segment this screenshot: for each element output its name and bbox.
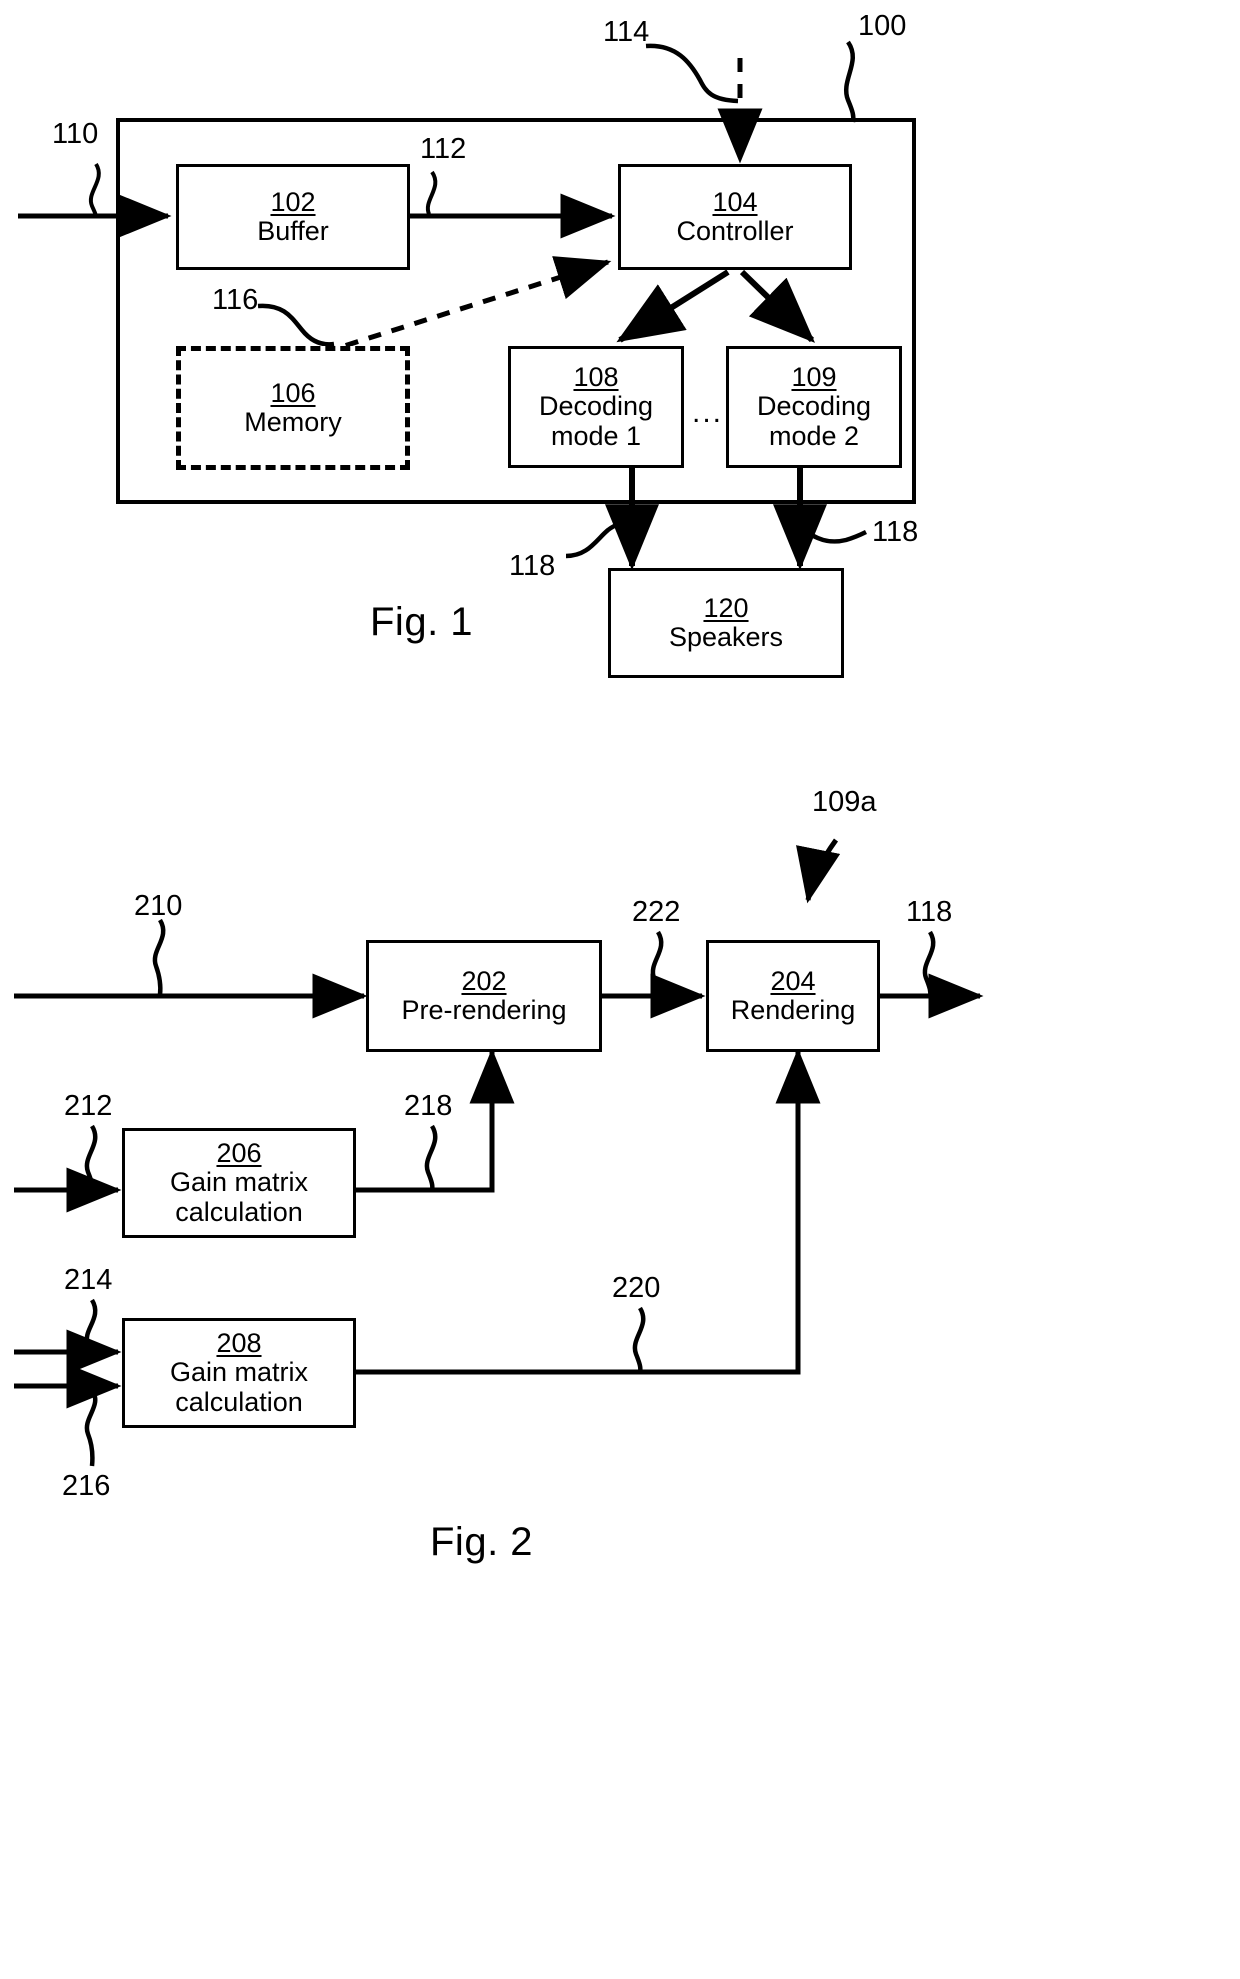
- fig2-gain-matrix-206-label-line1: Gain matrix: [169, 1166, 309, 1197]
- connector-layer: [14, 40, 984, 1467]
- fig2-leader-222: [650, 930, 664, 997]
- fig1-leader-110: [88, 162, 101, 218]
- fig2-leader-210: [152, 918, 166, 996]
- fig1-controller-to-mode1: [616, 269, 730, 343]
- fig1-leader-112: [425, 170, 438, 215]
- fig1-buffer-box[interactable]: 102 Buffer: [176, 164, 410, 270]
- fig2-tag-218: 218: [404, 1090, 453, 1122]
- fig2-rendering-ref: 204: [770, 965, 816, 996]
- fig1-tag-118-right: 118: [872, 516, 919, 548]
- fig2-leader-220: [632, 1306, 646, 1373]
- fig1-controller-ref: 104: [712, 186, 758, 217]
- fig2-gain-matrix-206-box[interactable]: 206 Gain matrix calculation: [122, 1128, 356, 1238]
- fig1-ellipsis: ...: [692, 396, 724, 429]
- patent-figure-sheet: 102 Buffer 104 Controller 106 Memory 108…: [0, 0, 1240, 1979]
- fig2-leader-109a: [796, 838, 841, 904]
- fig1-decoding-mode-2-ref: 109: [791, 361, 837, 392]
- fig1-memory-ref: 106: [270, 377, 316, 408]
- fig1-memory-label: Memory: [244, 407, 342, 438]
- fig1-tag-118-left: 118: [509, 550, 556, 582]
- fig2-leader-216: [84, 1388, 98, 1467]
- fig2-pre-rendering-ref: 202: [461, 965, 507, 996]
- fig2-leader-212: [84, 1124, 98, 1191]
- fig1-tag-110: 110: [52, 118, 99, 150]
- fig1-tag-100: 100: [858, 10, 907, 42]
- fig2-gain-matrix-206-ref: 206: [216, 1137, 262, 1168]
- fig1-speakers-ref: 120: [703, 592, 749, 623]
- fig2-gain-matrix-208-ref: 208: [216, 1327, 262, 1358]
- fig2-pre-rendering-box[interactable]: 202 Pre-rendering: [366, 940, 602, 1052]
- fig1-leader-118-right: [800, 526, 868, 544]
- fig1-leader-118-left: [565, 521, 631, 559]
- fig1-controller-label: Controller: [676, 216, 794, 247]
- fig2-gain-matrix-208-box[interactable]: 208 Gain matrix calculation: [122, 1318, 356, 1428]
- fig1-leader-116: [257, 303, 335, 347]
- fig2-gain-matrix-208-label-line2: calculation: [175, 1387, 303, 1418]
- fig1-speakers-box[interactable]: 120 Speakers: [608, 568, 844, 678]
- fig1-decoding-mode-1-label-line1: Decoding: [538, 390, 654, 421]
- fig2-tag-222: 222: [632, 896, 681, 928]
- fig2-tag-216: 216: [62, 1470, 111, 1502]
- fig1-tag-112: 112: [420, 133, 467, 165]
- fig1-controller-to-mode2: [739, 269, 816, 343]
- fig2-tag-212: 212: [64, 1090, 113, 1122]
- fig1-tag-116: 116: [212, 284, 259, 316]
- fig1-decoding-mode-2-box[interactable]: 109 Decoding mode 2: [726, 346, 902, 468]
- fig2-caption: Fig. 2: [430, 1520, 534, 1564]
- fig1-decoding-mode-1-ref: 108: [573, 361, 619, 392]
- fig1-decoding-mode-1-box[interactable]: 108 Decoding mode 1: [508, 346, 684, 468]
- fig2-tag-210: 210: [134, 890, 183, 922]
- fig1-controller-box[interactable]: 104 Controller: [618, 164, 852, 270]
- fig2-leader-214: [84, 1298, 98, 1354]
- fig2-tag-214: 214: [64, 1264, 113, 1296]
- fig1-leader-114: [645, 43, 739, 104]
- fig2-tag-118: 118: [906, 896, 953, 928]
- fig2-leader-118: [922, 930, 936, 997]
- fig1-tag-114: 114: [603, 16, 650, 48]
- fig1-decoding-mode-1-label-line2: mode 1: [550, 421, 642, 452]
- fig2-gain-matrix-208-label-line1: Gain matrix: [169, 1356, 309, 1387]
- fig2-leader-218: [424, 1124, 438, 1191]
- fig1-leader-100: [844, 40, 856, 123]
- fig1-speakers-label: Speakers: [668, 622, 784, 653]
- fig2-gain-matrix-206-label-line2: calculation: [175, 1197, 303, 1228]
- fig1-decoding-mode-2-label-line2: mode 2: [768, 421, 860, 452]
- fig1-decoding-mode-2-label-line1: Decoding: [756, 390, 872, 421]
- fig1-memory-box[interactable]: 106 Memory: [176, 346, 410, 470]
- fig2-pre-rendering-label: Pre-rendering: [401, 995, 567, 1026]
- fig2-rendering-label: Rendering: [730, 995, 856, 1026]
- fig1-buffer-label: Buffer: [257, 216, 329, 247]
- fig2-tag-220: 220: [612, 1272, 661, 1304]
- fig1-buffer-ref: 102: [270, 186, 316, 217]
- fig1-caption: Fig. 1: [370, 600, 474, 644]
- fig2-rendering-box[interactable]: 204 Rendering: [706, 940, 880, 1052]
- fig2-tag-109a: 109a: [812, 786, 877, 818]
